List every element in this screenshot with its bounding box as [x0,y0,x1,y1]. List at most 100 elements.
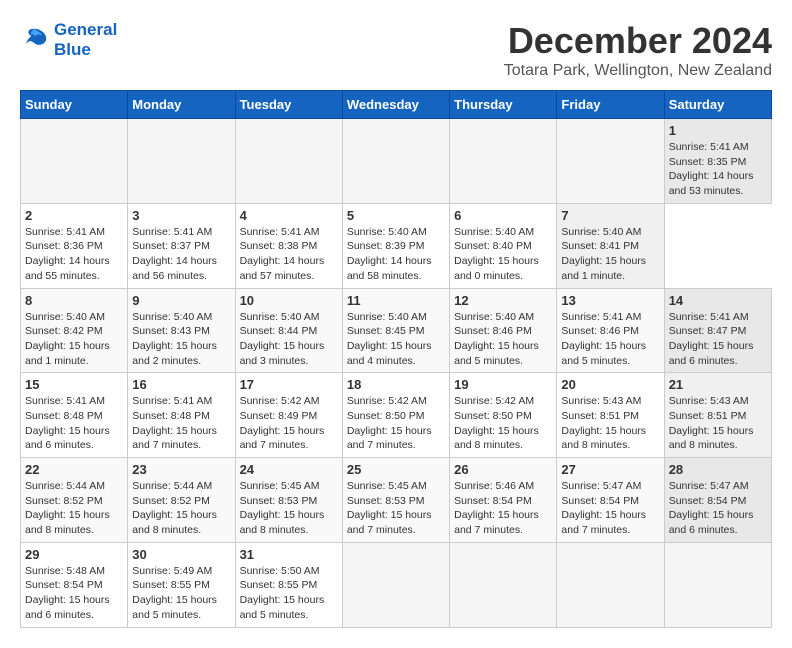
day-detail: Sunrise: 5:40 AMSunset: 8:43 PMDaylight:… [132,310,230,369]
empty-cell [235,119,342,204]
day-detail: Sunrise: 5:41 AMSunset: 8:38 PMDaylight:… [240,225,338,284]
day-cell-19: 19 Sunrise: 5:42 AMSunset: 8:50 PMDaylig… [450,373,557,458]
calendar-week-6: 29 Sunrise: 5:48 AMSunset: 8:54 PMDaylig… [21,542,772,627]
day-number: 25 [347,462,445,477]
empty-cell [342,542,449,627]
day-detail: Sunrise: 5:45 AMSunset: 8:53 PMDaylight:… [347,479,445,538]
day-cell-9: 9 Sunrise: 5:40 AMSunset: 8:43 PMDayligh… [128,288,235,373]
day-number: 9 [132,293,230,308]
day-cell-27: 27 Sunrise: 5:47 AMSunset: 8:54 PMDaylig… [557,458,664,543]
day-cell-29: 29 Sunrise: 5:48 AMSunset: 8:54 PMDaylig… [21,542,128,627]
day-cell-15: 15 Sunrise: 5:41 AMSunset: 8:48 PMDaylig… [21,373,128,458]
col-header-thursday: Thursday [450,91,557,119]
col-header-friday: Friday [557,91,664,119]
day-detail: Sunrise: 5:41 AMSunset: 8:37 PMDaylight:… [132,225,230,284]
day-number: 24 [240,462,338,477]
empty-cell [450,542,557,627]
day-detail: Sunrise: 5:48 AMSunset: 8:54 PMDaylight:… [25,564,123,623]
empty-cell [342,119,449,204]
logo-icon [20,25,50,55]
day-number: 10 [240,293,338,308]
day-cell-12: 12 Sunrise: 5:40 AMSunset: 8:46 PMDaylig… [450,288,557,373]
day-detail: Sunrise: 5:42 AMSunset: 8:50 PMDaylight:… [347,394,445,453]
day-detail: Sunrise: 5:40 AMSunset: 8:41 PMDaylight:… [561,225,659,284]
calendar-week-3: 8 Sunrise: 5:40 AMSunset: 8:42 PMDayligh… [21,288,772,373]
day-cell-16: 16 Sunrise: 5:41 AMSunset: 8:48 PMDaylig… [128,373,235,458]
day-cell-25: 25 Sunrise: 5:45 AMSunset: 8:53 PMDaylig… [342,458,449,543]
col-header-sunday: Sunday [21,91,128,119]
day-detail: Sunrise: 5:41 AMSunset: 8:48 PMDaylight:… [132,394,230,453]
day-number: 3 [132,208,230,223]
day-number: 7 [561,208,659,223]
day-number: 8 [25,293,123,308]
day-detail: Sunrise: 5:41 AMSunset: 8:46 PMDaylight:… [561,310,659,369]
day-cell-21: 21 Sunrise: 5:43 AMSunset: 8:51 PMDaylig… [664,373,771,458]
day-number: 14 [669,293,767,308]
day-detail: Sunrise: 5:41 AMSunset: 8:47 PMDaylight:… [669,310,767,369]
empty-cell [21,119,128,204]
page-subtitle: Totara Park, Wellington, New Zealand [504,62,772,80]
calendar-week-1: 1 Sunrise: 5:41 AMSunset: 8:35 PMDayligh… [21,119,772,204]
day-detail: Sunrise: 5:44 AMSunset: 8:52 PMDaylight:… [132,479,230,538]
day-detail: Sunrise: 5:40 AMSunset: 8:46 PMDaylight:… [454,310,552,369]
col-header-tuesday: Tuesday [235,91,342,119]
day-detail: Sunrise: 5:47 AMSunset: 8:54 PMDaylight:… [561,479,659,538]
day-number: 15 [25,377,123,392]
day-cell-17: 17 Sunrise: 5:42 AMSunset: 8:49 PMDaylig… [235,373,342,458]
day-cell-13: 13 Sunrise: 5:41 AMSunset: 8:46 PMDaylig… [557,288,664,373]
calendar-header-row: SundayMondayTuesdayWednesdayThursdayFrid… [21,91,772,119]
day-number: 31 [240,547,338,562]
day-cell-31: 31 Sunrise: 5:50 AMSunset: 8:55 PMDaylig… [235,542,342,627]
day-detail: Sunrise: 5:41 AMSunset: 8:48 PMDaylight:… [25,394,123,453]
day-number: 16 [132,377,230,392]
day-number: 22 [25,462,123,477]
title-block: December 2024 Totara Park, Wellington, N… [504,20,772,80]
col-header-monday: Monday [128,91,235,119]
empty-cell [128,119,235,204]
day-cell-5: 5 Sunrise: 5:40 AMSunset: 8:39 PMDayligh… [342,203,449,288]
day-cell-20: 20 Sunrise: 5:43 AMSunset: 8:51 PMDaylig… [557,373,664,458]
day-detail: Sunrise: 5:45 AMSunset: 8:53 PMDaylight:… [240,479,338,538]
day-detail: Sunrise: 5:47 AMSunset: 8:54 PMDaylight:… [669,479,767,538]
day-cell-28: 28 Sunrise: 5:47 AMSunset: 8:54 PMDaylig… [664,458,771,543]
day-number: 19 [454,377,552,392]
day-detail: Sunrise: 5:42 AMSunset: 8:50 PMDaylight:… [454,394,552,453]
day-cell-4: 4 Sunrise: 5:41 AMSunset: 8:38 PMDayligh… [235,203,342,288]
empty-cell [557,542,664,627]
day-detail: Sunrise: 5:40 AMSunset: 8:44 PMDaylight:… [240,310,338,369]
day-cell-30: 30 Sunrise: 5:49 AMSunset: 8:55 PMDaylig… [128,542,235,627]
day-detail: Sunrise: 5:43 AMSunset: 8:51 PMDaylight:… [669,394,767,453]
day-detail: Sunrise: 5:40 AMSunset: 8:39 PMDaylight:… [347,225,445,284]
day-number: 18 [347,377,445,392]
day-detail: Sunrise: 5:42 AMSunset: 8:49 PMDaylight:… [240,394,338,453]
day-number: 27 [561,462,659,477]
day-number: 2 [25,208,123,223]
logo-text: General Blue [54,20,117,61]
day-detail: Sunrise: 5:43 AMSunset: 8:51 PMDaylight:… [561,394,659,453]
day-cell-3: 3 Sunrise: 5:41 AMSunset: 8:37 PMDayligh… [128,203,235,288]
day-number: 30 [132,547,230,562]
day-detail: Sunrise: 5:40 AMSunset: 8:45 PMDaylight:… [347,310,445,369]
col-header-saturday: Saturday [664,91,771,119]
day-cell-8: 8 Sunrise: 5:40 AMSunset: 8:42 PMDayligh… [21,288,128,373]
day-detail: Sunrise: 5:41 AMSunset: 8:35 PMDaylight:… [669,140,767,199]
day-cell-10: 10 Sunrise: 5:40 AMSunset: 8:44 PMDaylig… [235,288,342,373]
day-number: 12 [454,293,552,308]
day-number: 29 [25,547,123,562]
day-number: 17 [240,377,338,392]
day-number: 11 [347,293,445,308]
empty-cell [664,542,771,627]
day-number: 26 [454,462,552,477]
day-number: 20 [561,377,659,392]
empty-cell [557,119,664,204]
calendar-week-5: 22 Sunrise: 5:44 AMSunset: 8:52 PMDaylig… [21,458,772,543]
day-detail: Sunrise: 5:40 AMSunset: 8:42 PMDaylight:… [25,310,123,369]
day-cell-14: 14 Sunrise: 5:41 AMSunset: 8:47 PMDaylig… [664,288,771,373]
calendar-table: SundayMondayTuesdayWednesdayThursdayFrid… [20,90,772,628]
page-title: December 2024 [504,20,772,62]
day-number: 13 [561,293,659,308]
page-header: General Blue December 2024 Totara Park, … [20,20,772,80]
logo: General Blue [20,20,117,61]
day-cell-26: 26 Sunrise: 5:46 AMSunset: 8:54 PMDaylig… [450,458,557,543]
day-detail: Sunrise: 5:41 AMSunset: 8:36 PMDaylight:… [25,225,123,284]
